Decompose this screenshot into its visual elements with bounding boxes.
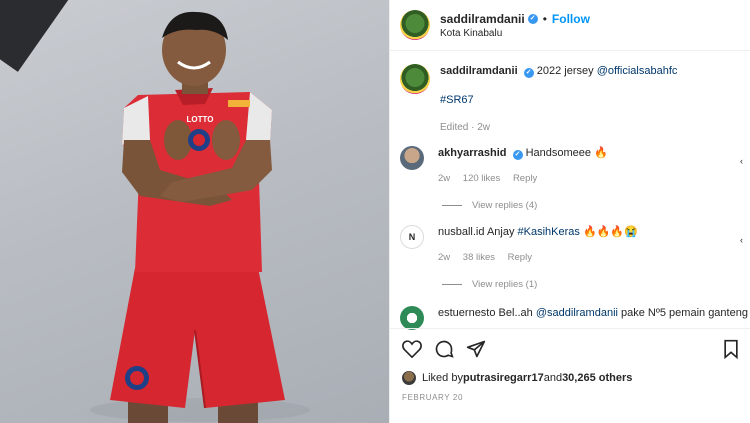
location-link[interactable]: Kota Kinabalu bbox=[440, 28, 590, 39]
caption-text: 2022 jersey bbox=[536, 65, 594, 77]
verified-badge-icon: ✓ bbox=[527, 13, 538, 24]
comment-item: akhyarrashid ✓ Handsomeee 🔥 2w 120 likes… bbox=[400, 146, 750, 211]
commenter-username[interactable]: estuernesto bbox=[438, 307, 495, 319]
view-replies-button[interactable]: View replies (4) bbox=[442, 200, 750, 211]
comment-reply-button[interactable]: Reply bbox=[513, 173, 537, 184]
comment-reply-button[interactable]: Reply bbox=[508, 252, 532, 263]
commenter-avatar[interactable] bbox=[400, 146, 424, 170]
verified-badge-icon: ✓ bbox=[523, 68, 534, 78]
comment-emoji: 🔥🔥🔥😭 bbox=[582, 226, 638, 238]
comment-likes[interactable]: 38 likes bbox=[463, 252, 495, 263]
jersey-brand: LOTTO bbox=[187, 115, 214, 124]
comment-text-suffix: pake Nº5 pemain ganteng bbox=[617, 307, 748, 319]
comment-like-heart-icon[interactable]: ‹ bbox=[740, 156, 748, 166]
comment-bubble-icon[interactable] bbox=[434, 339, 454, 359]
post-actions: Liked by putrasiregarr17 and 30,265 othe… bbox=[390, 328, 750, 423]
commenter-username[interactable]: nusball.id bbox=[438, 226, 484, 238]
liker-avatar[interactable] bbox=[402, 371, 416, 385]
view-replies-label: View replies (1) bbox=[472, 279, 538, 290]
like-heart-icon[interactable] bbox=[402, 340, 422, 358]
separator-dot: • bbox=[542, 11, 547, 26]
caption-username[interactable]: saddilramdanii bbox=[440, 65, 518, 77]
post-caption: saddilramdanii ✓ 2022 jersey @officialsa… bbox=[400, 64, 740, 135]
author-avatar[interactable] bbox=[400, 10, 430, 40]
follow-button[interactable]: Follow bbox=[552, 12, 590, 26]
post-photo[interactable]: LOTTO bbox=[0, 0, 389, 423]
caption-mention[interactable]: @officialsabahfc bbox=[597, 65, 678, 77]
post-date: FEBRUARY 20 bbox=[402, 393, 463, 402]
comment-item: estuernesto Bel..ah @saddilramdanii pake… bbox=[400, 306, 750, 330]
caption-edited-time: Edited · 2w bbox=[440, 122, 491, 133]
author-username[interactable]: saddilramdanii bbox=[440, 12, 525, 26]
comment-text: Bel..ah bbox=[498, 307, 536, 319]
commenter-avatar[interactable]: N bbox=[400, 225, 424, 249]
comment-text: Anjay bbox=[486, 226, 518, 238]
share-send-icon[interactable] bbox=[466, 339, 486, 359]
likes-others-count[interactable]: 30,265 others bbox=[562, 372, 632, 384]
comment-like-heart-icon[interactable]: ‹ bbox=[740, 235, 748, 245]
comment-item: N nusball.id Anjay #KasihKeras 🔥🔥🔥😭 2w 3… bbox=[400, 225, 750, 290]
view-replies-button[interactable]: View replies (1) bbox=[442, 279, 750, 290]
bookmark-icon[interactable] bbox=[723, 339, 739, 359]
replies-line bbox=[442, 205, 462, 206]
liked-by-and: and bbox=[543, 372, 563, 384]
post-header: saddilramdanii ✓ • Follow Kota Kinabalu bbox=[390, 0, 750, 51]
comment-mention[interactable]: @saddilramdanii bbox=[536, 307, 618, 319]
caption-avatar[interactable] bbox=[400, 64, 430, 94]
commenter-username[interactable]: akhyarrashid bbox=[438, 147, 506, 159]
player-figure: LOTTO bbox=[90, 11, 310, 423]
comment-hashtag[interactable]: #KasihKeras bbox=[518, 226, 580, 238]
liked-by-prefix: Liked by bbox=[422, 372, 463, 384]
comment-age: 2w bbox=[438, 252, 451, 263]
commenter-avatar[interactable] bbox=[400, 306, 424, 330]
liker-username[interactable]: putrasiregarr17 bbox=[463, 372, 544, 384]
comment-age: 2w bbox=[438, 173, 451, 184]
view-replies-label: View replies (4) bbox=[472, 200, 538, 211]
replies-line bbox=[442, 284, 462, 285]
verified-badge-icon: ✓ bbox=[512, 150, 523, 160]
caption-hashtag[interactable]: #SR67 bbox=[440, 93, 677, 108]
comments-list: akhyarrashid ✓ Handsomeee 🔥 2w 120 likes… bbox=[400, 146, 750, 330]
comment-likes[interactable]: 120 likes bbox=[463, 173, 501, 184]
comment-text: Handsomeee 🔥 bbox=[525, 147, 608, 159]
liked-by-line: Liked by putrasiregarr17 and 30,265 othe… bbox=[390, 371, 750, 385]
post-side-panel: saddilramdanii ✓ • Follow Kota Kinabalu … bbox=[389, 0, 750, 423]
